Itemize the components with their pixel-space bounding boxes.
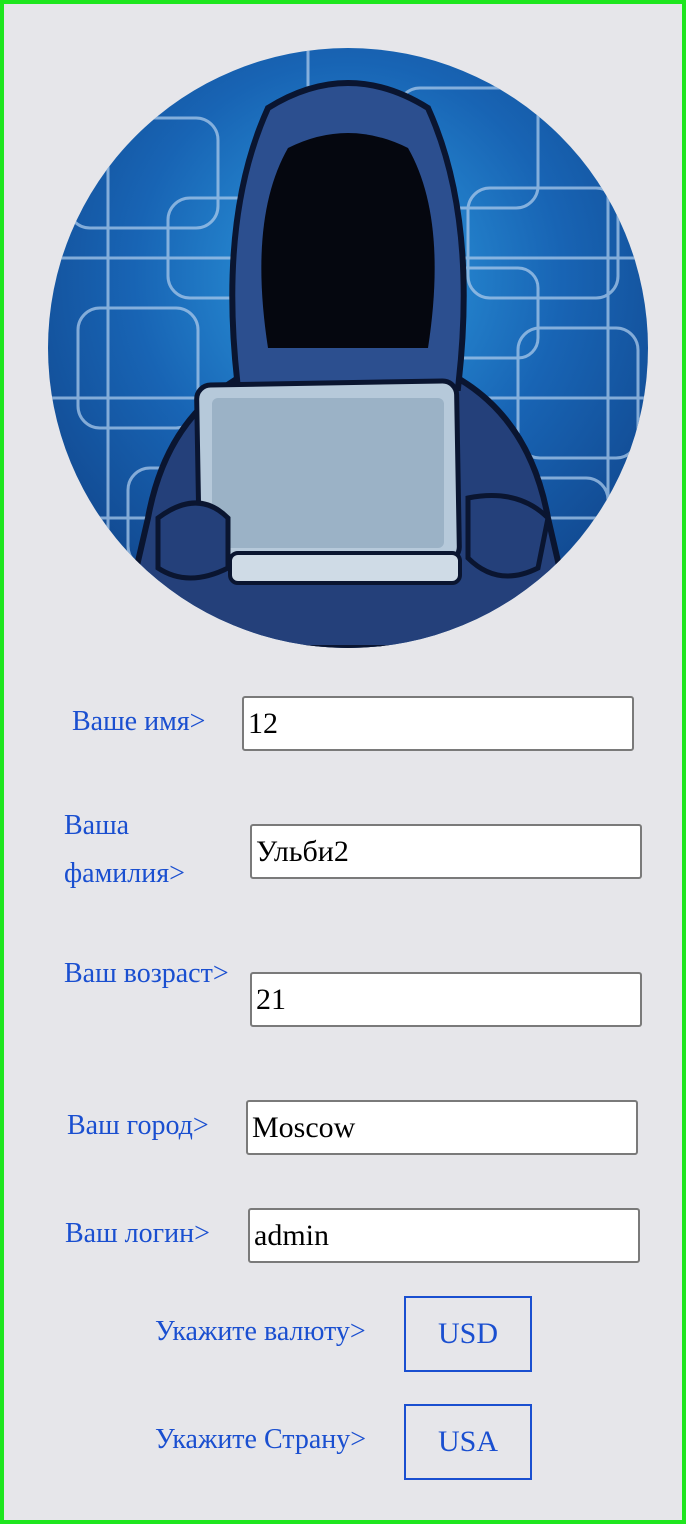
country-select[interactable]: USA [404, 1404, 532, 1480]
currency-select[interactable]: USD [404, 1296, 532, 1372]
login-label: Ваш логин> [65, 1218, 210, 1249]
age-label: Ваш возраст> [64, 958, 229, 989]
age-input[interactable] [250, 972, 642, 1027]
first-name-input[interactable] [242, 696, 634, 751]
avatar [48, 48, 648, 648]
city-label: Ваш город> [67, 1110, 209, 1141]
hacker-avatar-icon [48, 48, 648, 648]
country-label: Укажите Страну> [155, 1424, 367, 1455]
login-input[interactable] [248, 1208, 640, 1263]
last-name-input[interactable] [250, 824, 642, 879]
currency-label: Укажите валюту> [155, 1316, 366, 1347]
first-name-label: Ваше имя> [72, 706, 206, 737]
profile-card: Ваше имя> Ваша фамилия> Ваш возраст> Ваш… [0, 0, 686, 1524]
last-name-label: Ваша фамилия> [64, 810, 185, 889]
city-input[interactable] [246, 1100, 638, 1155]
